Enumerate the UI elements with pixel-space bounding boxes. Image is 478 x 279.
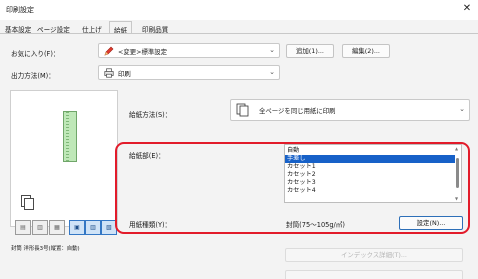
preview-status-text: 封筒 洋形長3号(縦置：自動) [11,246,80,252]
favorites-value: <変更>標準設定 [118,48,168,56]
paper-source-option[interactable]: カセット3 [285,179,455,187]
tab-paper-details-button[interactable]: インデックス詳細(T)... [285,248,463,262]
output-method-dropdown[interactable]: 印刷 ⌄ [98,65,280,80]
chevron-down-icon: ⌄ [459,105,465,113]
additional-settings-button[interactable] [285,270,463,279]
tab-bar: 基本設定 ページ設定 仕上げ 給紙 印刷品質 [0,20,478,35]
paper-type-label: 用紙種類(Y)： [129,221,172,229]
view-paper-icon[interactable]: ▥ [85,220,101,235]
paper-type-value: 封筒(75～105g/㎡) [286,221,345,229]
output-method-label: 出力方法(M)： [11,72,55,80]
favorites-label: お気に入り(F)： [11,50,60,58]
scroll-up-icon[interactable]: ▲ [455,146,458,151]
scroll-down-icon[interactable]: ▼ [455,196,458,201]
paper-source-option-selected[interactable]: 手差し [285,155,455,163]
title-bar: 印刷設定 ✕ [0,0,478,20]
preview-panel: ▤ ▥ ▦ ▣ ▥ ▧ [10,90,118,235]
scrollbar-thumb[interactable] [456,158,459,188]
output-method-value: 印刷 [118,70,131,78]
close-icon[interactable]: ✕ [462,3,472,15]
paper-type-settings-button[interactable]: 設定(N)... [399,216,463,230]
paper-feed-method-label: 給紙方法(S)： [129,111,172,119]
paper-source-option[interactable]: カセット1 [285,163,455,171]
favorites-edit-button[interactable]: 編集(2)... [342,44,390,58]
envelope-preview-image [63,111,77,162]
paper-source-option[interactable]: 自動 [285,147,455,155]
paper-source-label: 給紙部(E)： [129,152,165,160]
tab-divider [0,33,478,34]
same-paper-icon [236,103,249,117]
favorites-dropdown[interactable]: <変更>標準設定 ⌄ [98,43,280,58]
paper-feed-method-dropdown[interactable]: 全ページを同じ用紙に印刷 ⌄ [230,99,470,121]
view-settings-icon[interactable]: ▥ [32,220,48,235]
favorites-add-button[interactable]: 追加(1)... [286,44,334,58]
chevron-down-icon: ⌄ [269,46,275,54]
paper-source-option[interactable]: カセット4 [285,187,455,195]
paper-source-option[interactable]: カセット2 [285,171,455,179]
listbox-scrollbar[interactable]: ▲ ▼ [455,146,460,201]
print-settings-window: 印刷設定 ✕ 基本設定 ページ設定 仕上げ 給紙 印刷品質 お気に入り(F)： … [0,0,478,279]
printer-icon [104,68,114,78]
paper-feed-method-value: 全ページを同じ用紙に印刷 [259,107,336,115]
view-settings-icon[interactable]: ▤ [15,220,31,235]
window-title: 印刷設定 [6,6,34,14]
view-printer-icon[interactable]: ▣ [69,220,85,235]
view-settings-icon[interactable]: ▦ [49,220,65,235]
paper-source-listbox[interactable]: 自動 手差し カセット1 カセット2 カセット3 カセット4 ▲ ▼ [284,144,462,203]
pencil-icon [104,46,114,56]
chevron-down-icon: ⌄ [269,68,275,76]
paper-stack-icon [24,198,34,210]
